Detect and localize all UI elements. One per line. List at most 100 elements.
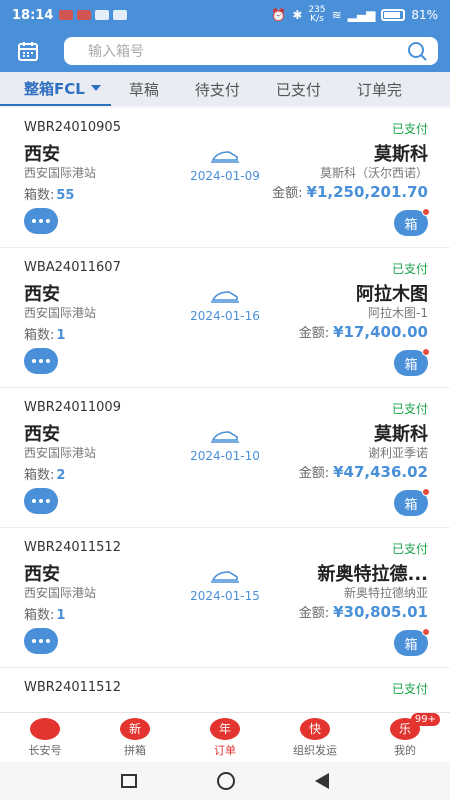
nav-label: 订单 bbox=[214, 743, 236, 757]
amount: 金额: ¥17,400.00 bbox=[299, 322, 428, 341]
more-options-button[interactable] bbox=[24, 348, 58, 374]
tab-label: 待支付 bbox=[194, 80, 240, 99]
more-options-button[interactable] bbox=[24, 208, 58, 234]
notification-icons bbox=[59, 10, 128, 20]
departure-date: 2024-01-15 bbox=[190, 589, 260, 603]
route-info: 2024-01-16 bbox=[180, 288, 270, 323]
order-card[interactable]: WBR24011512 已支付 西安 西安国际港站 箱数: 1 2024-01-1… bbox=[0, 528, 450, 668]
nav-label: 组织发运 bbox=[293, 743, 337, 757]
count-value: 2 bbox=[56, 468, 66, 483]
search-icon[interactable] bbox=[406, 40, 428, 62]
tab-pending-payment[interactable]: 待支付 bbox=[177, 72, 258, 106]
container-count: 箱数: 2 bbox=[24, 464, 65, 483]
amount: 金额: ¥30,805.01 bbox=[299, 602, 428, 621]
destination-station: 新奥特拉德纳亚 bbox=[343, 586, 428, 600]
amount-value: ¥1,250,201.70 bbox=[306, 183, 428, 201]
status-badge: 已支付 bbox=[391, 262, 428, 276]
origin-station: 西安国际港站 bbox=[24, 306, 97, 320]
tab-label: 草稿 bbox=[128, 80, 159, 99]
calendar-button[interactable] bbox=[12, 35, 44, 67]
recent-apps-icon[interactable] bbox=[121, 774, 137, 788]
container-button[interactable]: 箱 bbox=[394, 348, 430, 376]
status-badge: 已支付 bbox=[391, 542, 428, 556]
status-bar: 18:14 ⏰ ✱ 235 K/s ≋ ▂▄▆ 81% bbox=[0, 0, 450, 30]
train-icon bbox=[211, 291, 239, 303]
wifi-icon: ≋ bbox=[331, 8, 342, 22]
departure-date: 2024-01-09 bbox=[190, 169, 260, 183]
order-id: WBR24011009 bbox=[24, 400, 121, 415]
back-icon[interactable] bbox=[315, 773, 329, 789]
container-button-label: 箱 bbox=[404, 217, 418, 233]
nav-shipment[interactable]: 快 组织发运 bbox=[270, 713, 360, 762]
order-card[interactable]: WBR24011512 已支付 bbox=[0, 668, 450, 712]
app-notification-icon bbox=[113, 10, 128, 20]
container-button-label: 箱 bbox=[404, 357, 418, 373]
origin-station: 西安国际港站 bbox=[24, 586, 97, 600]
chevron-down-icon bbox=[90, 85, 101, 91]
train-icon bbox=[211, 431, 239, 443]
nav-profile[interactable]: 乐 我的 99+ bbox=[360, 713, 450, 762]
network-speed: 235 K/s bbox=[308, 5, 326, 24]
amount-label: 金额: bbox=[298, 326, 330, 341]
container-button[interactable]: 箱 bbox=[394, 208, 430, 236]
amount-value: ¥30,805.01 bbox=[333, 603, 428, 621]
count-label: 箱数: bbox=[24, 608, 55, 623]
search-input[interactable]: 输入箱号 bbox=[64, 37, 438, 65]
home-icon[interactable] bbox=[217, 772, 235, 790]
order-id: WBR24011512 bbox=[24, 540, 121, 555]
app-notification-icon bbox=[59, 10, 74, 20]
container-button[interactable]: 箱 bbox=[394, 488, 430, 516]
alarm-icon: ⏰ bbox=[271, 8, 287, 22]
route-info: 2024-01-15 bbox=[180, 568, 270, 603]
count-label: 箱数: bbox=[24, 188, 55, 203]
departure-date: 2024-01-16 bbox=[190, 309, 260, 323]
count-value: 1 bbox=[56, 608, 66, 623]
tab-label: 已支付 bbox=[275, 80, 321, 99]
destination-city: 莫斯科 bbox=[374, 424, 428, 445]
top-header: 输入箱号 bbox=[0, 30, 450, 72]
status-badge: 已支付 bbox=[391, 122, 428, 136]
train-icon bbox=[211, 151, 239, 163]
tab-label: 整箱FCL bbox=[24, 79, 85, 98]
more-options-button[interactable] bbox=[24, 488, 58, 514]
container-button-label: 箱 bbox=[404, 637, 418, 653]
order-card[interactable]: WBR24011009 已支付 西安 西安国际港站 箱数: 2 2024-01-1… bbox=[0, 388, 450, 528]
container-button[interactable]: 箱 bbox=[394, 628, 430, 656]
clock: 18:14 bbox=[12, 7, 54, 23]
nav-orders[interactable]: 年 订单 bbox=[180, 713, 270, 762]
order-id: WBR24010905 bbox=[24, 120, 121, 135]
count-label: 箱数: bbox=[24, 468, 55, 483]
tab-completed[interactable]: 订单完 bbox=[339, 72, 420, 106]
destination-city: 阿拉木图 bbox=[356, 284, 428, 305]
container-count: 箱数: 55 bbox=[24, 184, 74, 203]
count-value: 1 bbox=[56, 328, 66, 343]
nav-label: 我的 bbox=[394, 743, 416, 757]
more-options-button[interactable] bbox=[24, 628, 58, 654]
bottom-navigation: 长安号 新 拼箱 年 订单 快 组织发运 乐 我的 99+ bbox=[0, 712, 450, 762]
amount-value: ¥47,436.02 bbox=[333, 463, 428, 481]
system-navigation-bar bbox=[0, 762, 450, 800]
search-placeholder: 输入箱号 bbox=[88, 44, 144, 60]
tab-fcl[interactable]: 整箱FCL bbox=[0, 72, 111, 106]
notification-dot bbox=[422, 208, 430, 216]
origin-station: 西安国际港站 bbox=[24, 446, 97, 460]
container-count: 箱数: 1 bbox=[24, 604, 65, 623]
nav-lcl[interactable]: 新 拼箱 bbox=[90, 713, 180, 762]
nav-changan[interactable]: 长安号 bbox=[0, 713, 90, 762]
container-button-label: 箱 bbox=[404, 497, 418, 513]
battery-level: 81% bbox=[411, 8, 438, 22]
tab-paid[interactable]: 已支付 bbox=[258, 72, 339, 106]
count-label: 箱数: bbox=[24, 328, 55, 343]
nav-label: 拼箱 bbox=[124, 743, 146, 757]
system-indicators: ⏰ ✱ 235 K/s ≋ ▂▄▆ 81% bbox=[271, 6, 438, 24]
notification-dot bbox=[422, 488, 430, 496]
amount: 金额: ¥47,436.02 bbox=[299, 462, 428, 481]
lantern-icon: 新 bbox=[120, 717, 150, 740]
notification-dot bbox=[422, 628, 430, 636]
order-card[interactable]: WBR24010905 已支付 西安 西安国际港站 箱数: 55 2024-01-… bbox=[0, 108, 450, 248]
order-card[interactable]: WBA24011607 已支付 西安 西安国际港站 箱数: 1 2024-01-1… bbox=[0, 248, 450, 388]
origin-station: 西安国际港站 bbox=[24, 166, 97, 180]
bluetooth-icon: ✱ bbox=[292, 8, 303, 22]
tab-draft[interactable]: 草稿 bbox=[111, 72, 177, 106]
signal-icon: ▂▄▆ bbox=[347, 8, 376, 22]
